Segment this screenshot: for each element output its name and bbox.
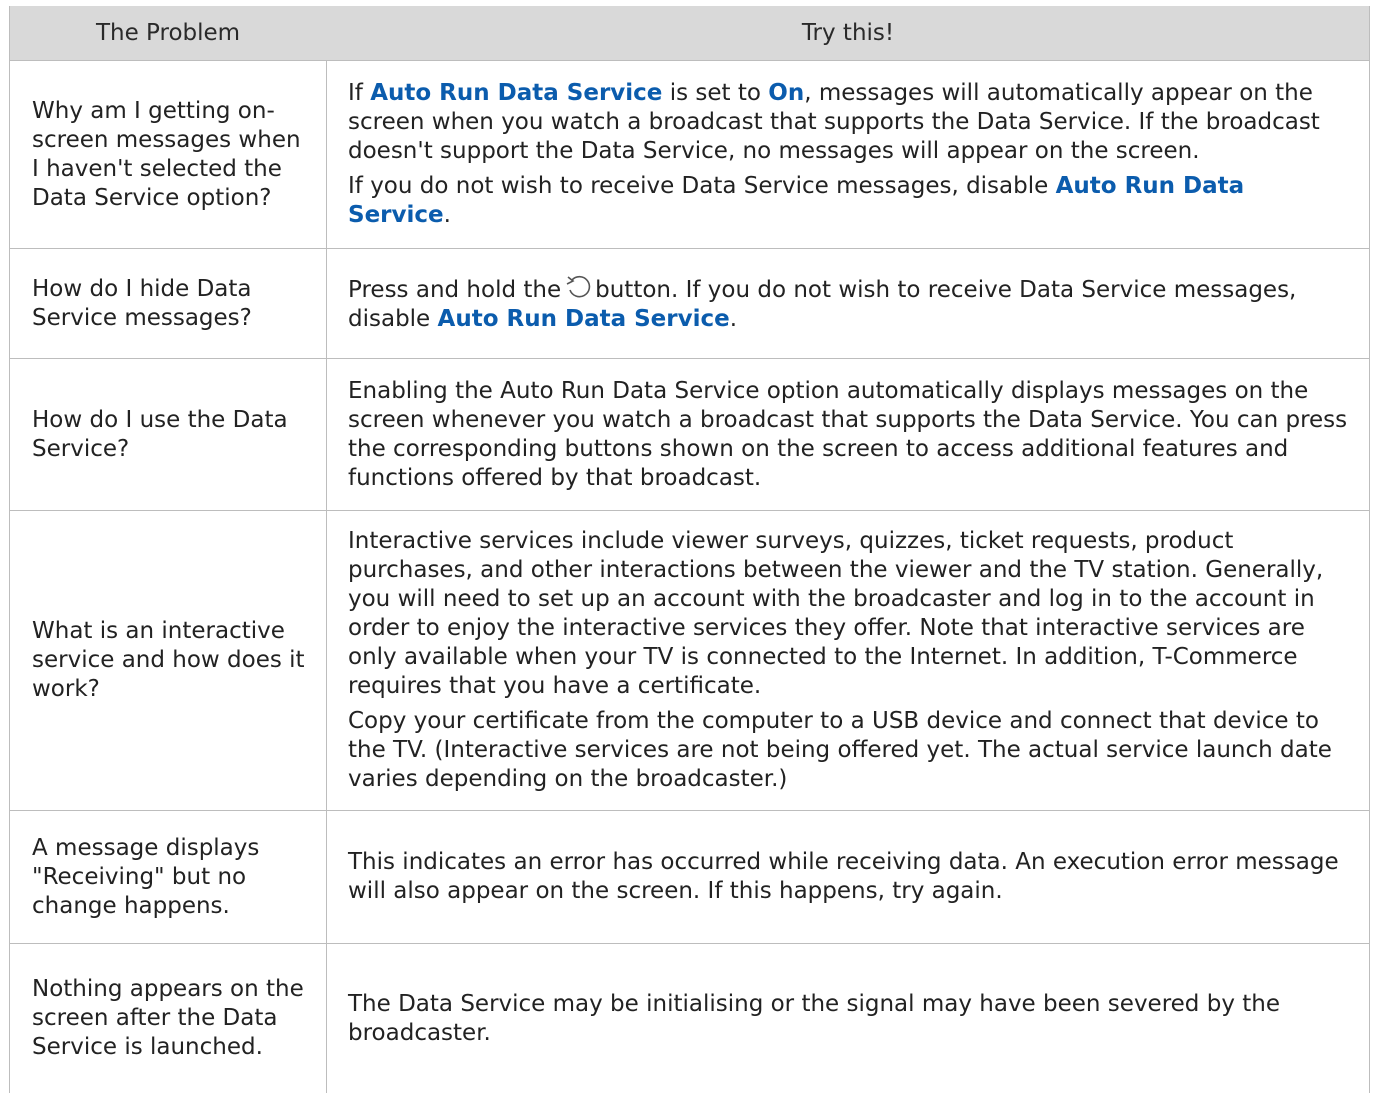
table-row: Why am I getting on-screen messages when… bbox=[10, 60, 1369, 248]
problem-cell: Why am I getting on-screen messages when… bbox=[32, 97, 301, 211]
return-arrow-icon bbox=[566, 275, 591, 297]
problem-cell: Nothing appears on the screen after the … bbox=[32, 976, 304, 1060]
header-problem: The Problem bbox=[95, 20, 241, 46]
problem-cell: How do I hide Data Service messages? bbox=[32, 275, 252, 331]
table-row: What is an interactive service and how d… bbox=[10, 510, 1369, 810]
table-row: A message displays "Receiving" but no ch… bbox=[10, 810, 1369, 943]
solution-paragraph: Interactive services include viewer surv… bbox=[348, 528, 1324, 699]
table-row: How do I hide Data Service messages? Pre… bbox=[10, 248, 1369, 358]
table-header: The Problem Try this! bbox=[10, 6, 1369, 60]
table-row: Nothing appears on the screen after the … bbox=[10, 943, 1369, 1093]
solution-cell: Interactive services include viewer surv… bbox=[348, 511, 1351, 810]
solution-cell: This indicates an error has occurred whi… bbox=[348, 811, 1351, 943]
solution-cell: The Data Service may be initialising or … bbox=[348, 944, 1351, 1093]
problem-cell: What is an interactive service and how d… bbox=[32, 618, 305, 702]
setting-value-on: On bbox=[768, 80, 805, 106]
problem-cell: How do I use the Data Service? bbox=[32, 406, 288, 462]
problem-cell: A message displays "Receiving" but no ch… bbox=[32, 834, 260, 919]
solution-paragraph: Press and hold the button. If you do not … bbox=[348, 274, 1351, 334]
solution-paragraph: The Data Service may be initialising or … bbox=[348, 990, 1280, 1046]
troubleshooting-table: The Problem Try this! Why am I getting o… bbox=[9, 6, 1370, 1093]
solution-paragraph: If you do not wish to receive Data Servi… bbox=[348, 173, 1245, 228]
solution-cell: Press and hold the button. If you do not … bbox=[348, 249, 1351, 358]
solution-paragraph: Enabling the Auto Run Data Service optio… bbox=[348, 377, 1348, 491]
setting-auto-run-data-service: Auto Run Data Service bbox=[437, 305, 730, 332]
table-row: How do I use the Data Service? Enabling … bbox=[10, 358, 1369, 510]
solution-paragraph: Copy your certificate from the computer … bbox=[348, 708, 1332, 792]
setting-auto-run-data-service: Auto Run Data Service bbox=[370, 80, 663, 106]
solution-paragraph: This indicates an error has occurred whi… bbox=[348, 849, 1339, 904]
header-try-this: Try this! bbox=[801, 20, 895, 46]
solution-cell: Enabling the Auto Run Data Service optio… bbox=[348, 359, 1351, 510]
solution-paragraph: If Auto Run Data Service is set to On, m… bbox=[348, 80, 1320, 164]
solution-cell: If Auto Run Data Service is set to On, m… bbox=[348, 61, 1351, 248]
